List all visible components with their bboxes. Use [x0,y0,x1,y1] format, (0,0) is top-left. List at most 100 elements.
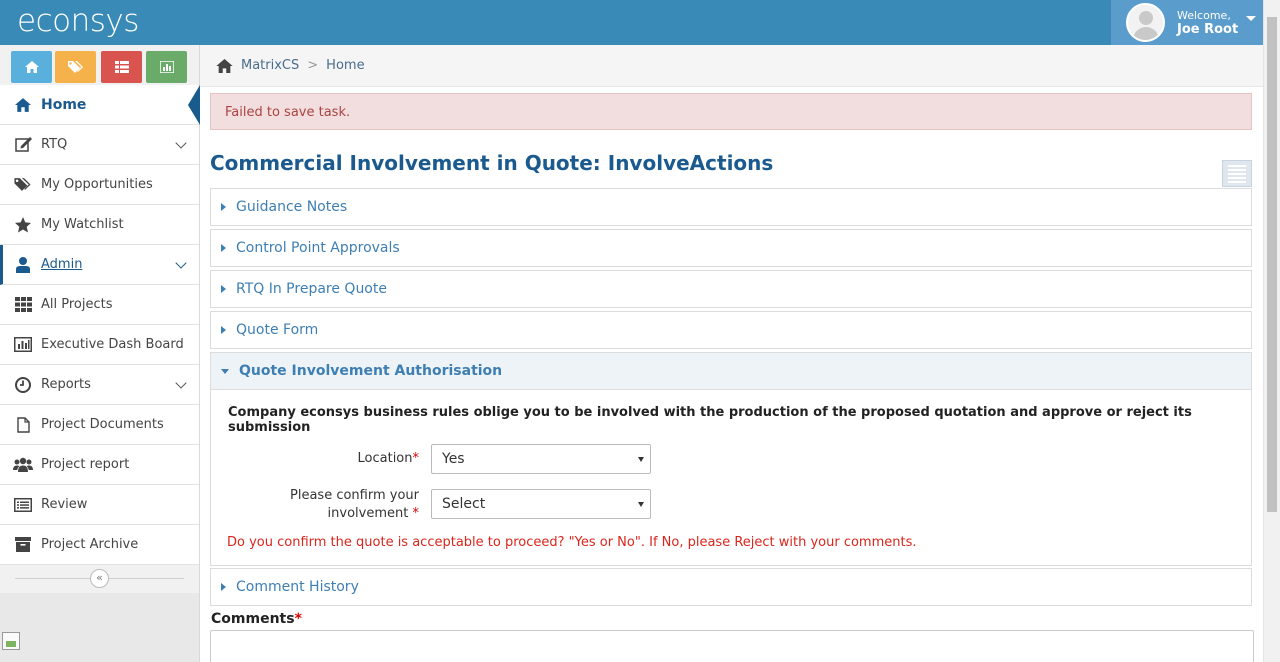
sidebar-item-label: RTQ [41,137,68,152]
top-header: econsys Welcome, Joe Root [0,0,1280,45]
sidebar-item-my-watchlist[interactable]: My Watchlist [0,205,199,245]
tags-icon [67,61,83,73]
sidebar-collapse-row: « [0,565,199,593]
list-icon [13,496,33,514]
page-title: Commercial Involvement in Quote: Involve… [210,151,774,175]
file-icon [13,416,33,434]
users-icon [13,456,33,474]
sidebar-item-label: My Opportunities [41,177,153,192]
sidebar-item-label: Home [41,96,87,113]
sidebar-item-label: Project Archive [41,537,139,552]
chevron-down-icon [175,257,187,269]
welcome-label: Welcome, [1177,8,1231,22]
sidebar-item-rtq[interactable]: RTQ [0,125,199,165]
sidebar-item-admin[interactable]: Admin [0,245,199,285]
sidebar: Home RTQ My Opportunities My Watchlist A… [0,45,200,662]
sidebar-item-project-report[interactable]: Project report [0,445,199,485]
panel-title: Quote Involvement Authorisation [239,363,503,379]
list-view-toggle-button[interactable] [1222,160,1252,187]
sidebar-item-label: Executive Dash Board [41,337,184,352]
broken-image-icon [2,632,20,650]
app-logo[interactable]: econsys [17,3,139,39]
quick-buttons [0,45,199,85]
dropdown-arrow-icon [638,502,644,507]
star-icon [13,216,33,234]
panel-quote-involvement-authorisation[interactable]: Quote Involvement Authorisation [210,352,1252,390]
home-icon [24,61,39,73]
caret-right-icon [221,583,226,591]
panel-title: Quote Form [236,322,319,338]
scrollbar-thumb[interactable] [1267,17,1277,512]
panel-quote-form[interactable]: Quote Form [210,311,1252,349]
location-select[interactable]: Yes [431,444,651,474]
page-scrollbar[interactable] [1263,0,1280,662]
chart-icon [159,61,174,73]
panel-title: RTQ In Prepare Quote [236,281,387,297]
chevron-down-icon [1246,16,1257,21]
quick-table-button[interactable] [101,51,142,83]
bar-chart-icon [13,336,33,354]
breadcrumb-separator: > [307,58,319,73]
breadcrumb: MatrixCS > Home [200,45,1263,87]
quick-tags-button[interactable] [55,51,96,83]
user-icon [13,256,33,274]
sidebar-item-home[interactable]: Home [0,85,200,125]
sidebar-menu: Home RTQ My Opportunities My Watchlist A… [0,85,200,565]
home-icon [13,96,33,114]
panel-comment-history[interactable]: Comment History [210,568,1252,606]
sidebar-item-label: Review [41,497,88,512]
sidebar-item-project-documents[interactable]: Project Documents [0,405,199,445]
user-name: Joe Root [1177,21,1239,37]
table-icon [114,61,129,73]
caret-right-icon [221,326,226,334]
sidebar-item-reports[interactable]: Reports [0,365,199,405]
panel-guidance-notes[interactable]: Guidance Notes [210,188,1252,226]
confirm-involvement-select[interactable]: Select [431,489,651,519]
comments-label: Comments* [211,611,302,627]
sidebar-item-executive-dash-board[interactable]: Executive Dash Board [0,325,199,365]
archive-icon [13,536,33,554]
error-alert: Failed to save task. [210,93,1252,130]
caret-right-icon [221,244,226,252]
home-icon[interactable] [216,58,233,73]
sidebar-item-all-projects[interactable]: All Projects [0,285,199,325]
breadcrumb-link-home[interactable]: Home [326,58,364,73]
grid-icon [13,296,33,314]
sidebar-item-label: Project report [41,457,130,472]
chevron-down-icon [175,137,187,149]
sidebar-item-project-archive[interactable]: Project Archive [0,525,199,565]
sidebar-collapse-button[interactable]: « [90,569,109,588]
confirm-involvement-label: Please confirm your involvement * [290,488,419,521]
welcome-text: Welcome, Joe Root [1177,9,1238,37]
comments-textarea[interactable] [210,630,1254,662]
chevron-down-icon [175,377,187,389]
caret-down-icon [221,368,229,374]
quick-home-button[interactable] [11,51,52,83]
authorisation-form: Company econsys business rules oblige yo… [210,390,1252,566]
user-menu[interactable]: Welcome, Joe Root [1111,0,1264,45]
clock-icon [13,376,33,394]
sidebar-item-label: All Projects [41,297,113,312]
sidebar-item-label: Project Documents [41,417,164,432]
sidebar-item-my-opportunities[interactable]: My Opportunities [0,165,199,205]
caret-right-icon [221,203,226,211]
panel-control-point-approvals[interactable]: Control Point Approvals [210,229,1252,267]
sidebar-item-label: My Watchlist [41,217,124,232]
panel-rtq-in-prepare-quote[interactable]: RTQ In Prepare Quote [210,270,1252,308]
tags-icon [13,176,33,194]
business-rules-text: Company econsys business rules oblige yo… [228,405,1192,435]
dropdown-arrow-icon [638,457,644,462]
sidebar-item-label: Reports [41,377,91,392]
sidebar-item-review[interactable]: Review [0,485,199,525]
location-label: Location* [357,451,419,466]
sidebar-item-label: Admin [41,257,83,272]
quick-chart-button[interactable] [146,51,187,83]
panel-title: Guidance Notes [236,199,348,215]
validation-warning: Do you confirm the quote is acceptable t… [227,535,917,550]
panel-title: Control Point Approvals [236,240,400,256]
caret-right-icon [221,285,226,293]
breadcrumb-link-matrixcs[interactable]: MatrixCS [241,58,299,73]
avatar [1126,3,1165,42]
panel-title: Comment History [236,579,359,595]
main-content: MatrixCS > Home Failed to save task. Com… [200,45,1263,662]
